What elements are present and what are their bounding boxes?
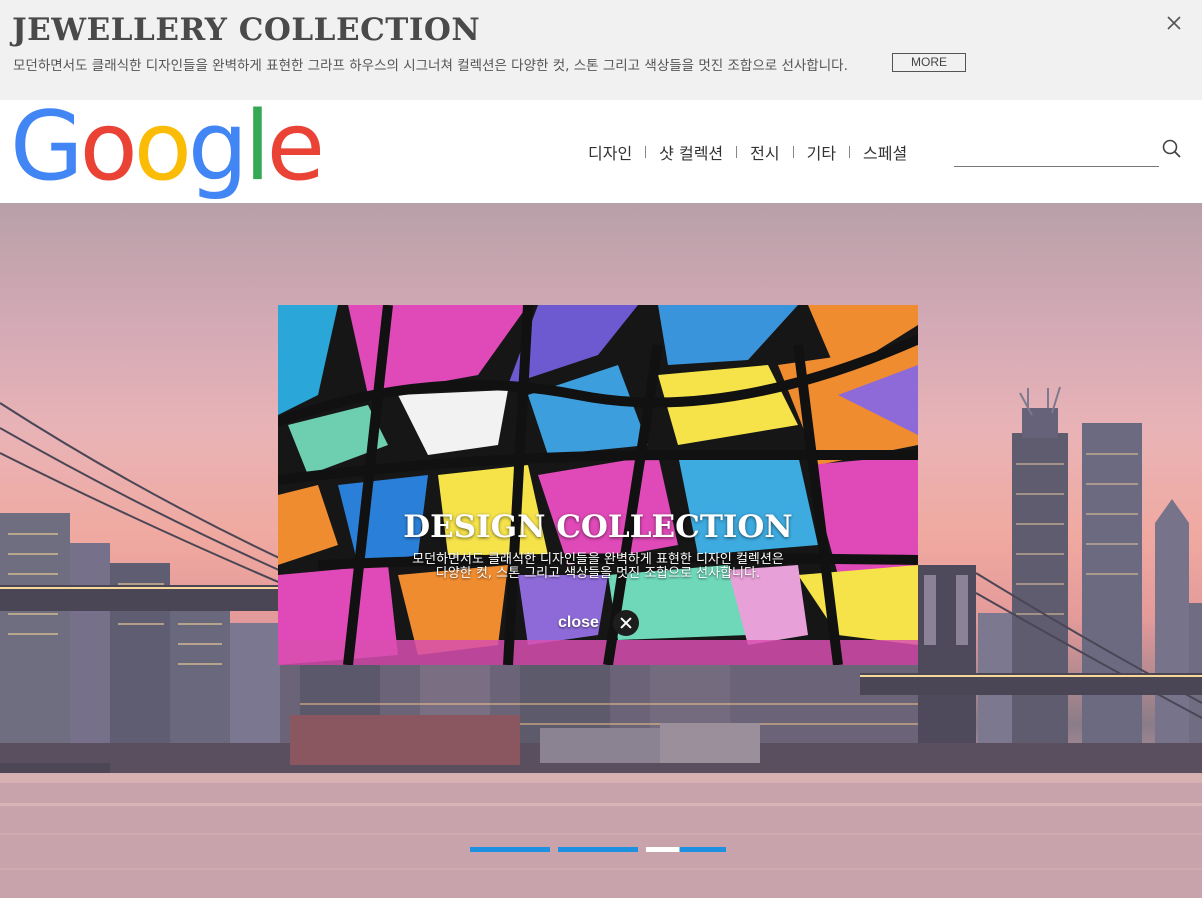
main-nav: 디자인 샷 컬렉션 전시 기타 스페셜 xyxy=(588,140,907,164)
search-input[interactable] xyxy=(954,136,1159,167)
close-circle-icon[interactable] xyxy=(612,610,639,636)
logo-letter: G xyxy=(10,92,84,202)
google-logo[interactable]: Google xyxy=(10,96,325,203)
logo-letter: o xyxy=(133,92,192,202)
pager-dot[interactable] xyxy=(558,847,638,852)
logo-letter: e xyxy=(266,92,325,202)
logo-letter: o xyxy=(79,92,138,202)
promo-title: JEWELLERY COLLECTION xyxy=(12,12,481,48)
nav-item[interactable]: 디자인 xyxy=(588,140,632,164)
modal-close-button[interactable]: close xyxy=(558,610,639,636)
modal-description-line-1: 모던하면서도 클래식한 디자인들을 완벽하게 표현한 디자인 컬렉션은 xyxy=(412,552,784,567)
modal-description: 모던하면서도 클래식한 디자인들을 완벽하게 표현한 디자인 컬렉션은 다양한 … xyxy=(378,553,818,581)
site-header: Google 디자인 샷 컬렉션 전시 기타 스페셜 xyxy=(0,96,1202,203)
logo-letter: l xyxy=(244,92,270,202)
nav-item[interactable]: 스페셜 xyxy=(863,140,907,164)
pager-dot[interactable] xyxy=(470,847,550,852)
nav-divider xyxy=(792,146,794,158)
logo-text: Google xyxy=(10,92,325,202)
logo-letter: g xyxy=(187,92,248,202)
more-button[interactable]: MORE xyxy=(892,53,966,72)
nav-divider xyxy=(736,146,738,158)
promo-banner: JEWELLERY COLLECTION 모던하면서도 클래식한 디자인들을 완… xyxy=(0,0,1202,100)
close-label: close xyxy=(558,614,599,631)
pager-dot[interactable] xyxy=(646,847,726,852)
nav-item[interactable]: 샷 컬렉션 xyxy=(659,140,723,164)
modal-title: DESIGN COLLECTION xyxy=(403,509,793,545)
nav-divider xyxy=(849,146,851,158)
modal-description-line-2: 다양한 컷, 스톤 그리고 색상들을 멋진 조합으로 선사합니다. xyxy=(435,566,761,581)
nav-item[interactable]: 전시 xyxy=(750,140,779,164)
search-icon[interactable] xyxy=(1161,138,1183,160)
close-icon[interactable] xyxy=(1163,12,1185,34)
nav-item[interactable]: 기타 xyxy=(807,140,836,164)
promo-description: 모던하면서도 클래식한 디자인들을 완벽하게 표현한 그라프 하우스의 시그너쳐… xyxy=(13,58,848,74)
slider-pager xyxy=(470,847,726,852)
design-collection-popup: DESIGN COLLECTION 모던하면서도 클래식한 디자인들을 완벽하게… xyxy=(278,305,918,665)
nav-divider xyxy=(645,146,647,158)
